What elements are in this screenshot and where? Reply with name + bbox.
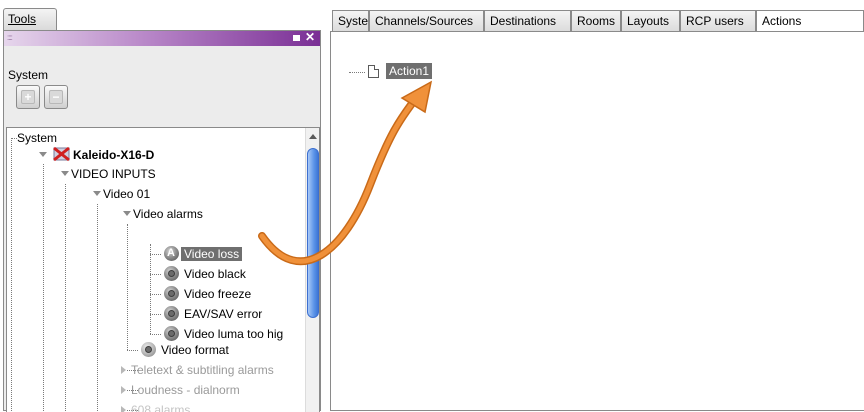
tree-node-loudness[interactable]: Loudness - dialnorm <box>131 381 240 399</box>
tree-node-system[interactable]: System <box>17 129 57 147</box>
minus-icon: − <box>49 90 63 104</box>
tree-connector <box>349 72 365 73</box>
collapsed-arrow-icon[interactable] <box>121 386 126 394</box>
tree-node-device[interactable]: Kaleido-X16-D <box>73 146 154 164</box>
tab-rooms[interactable]: Rooms <box>571 10 621 31</box>
tab-system[interactable]: System <box>332 10 369 31</box>
tools-tab[interactable]: Tools <box>3 8 57 30</box>
tools-panel: :::: ✕ System + − System Kaleido-X16-D V… <box>3 30 321 412</box>
plus-icon: + <box>21 90 35 104</box>
config-tabs: System Channels/Sources Destinations Roo… <box>332 10 864 32</box>
alarm-icon <box>164 306 179 321</box>
actions-panel[interactable] <box>330 31 864 411</box>
expand-arrow-icon[interactable] <box>123 211 131 216</box>
action-item[interactable]: Action1 <box>386 63 433 79</box>
tree-node-video-inputs[interactable]: VIDEO INPUTS <box>71 165 156 183</box>
scroll-up-icon[interactable] <box>309 134 317 139</box>
tree-node-608-alarms[interactable]: 608 alarms <box>131 401 190 412</box>
expand-all-button[interactable]: + <box>16 85 40 109</box>
tab-channels-sources[interactable]: Channels/Sources <box>369 10 484 31</box>
alarm-icon <box>141 342 156 357</box>
panel-title: System <box>8 68 49 82</box>
expand-arrow-icon[interactable] <box>61 171 69 176</box>
collapsed-arrow-icon[interactable] <box>121 406 126 412</box>
alarm-active-icon: A <box>164 246 179 261</box>
tab-actions[interactable]: Actions <box>756 10 864 32</box>
restore-icon[interactable] <box>293 35 300 41</box>
panel-titlebar[interactable]: :::: ✕ <box>4 30 320 46</box>
alarm-icon <box>164 266 179 281</box>
expand-arrow-icon[interactable] <box>93 191 101 196</box>
system-tree[interactable]: System Kaleido-X16-D VIDEO INPUTS Video … <box>6 127 320 412</box>
tree-node-video01[interactable]: Video 01 <box>103 185 150 203</box>
tree-node-video-format[interactable]: Video format <box>161 341 229 359</box>
tab-rcp-users[interactable]: RCP users <box>680 10 756 31</box>
collapse-all-button[interactable]: − <box>44 85 68 109</box>
tree-scrollbar[interactable] <box>305 128 319 412</box>
alarm-icon <box>164 286 179 301</box>
tree-node-alarm[interactable]: EAV/SAV error <box>184 305 262 323</box>
collapsed-arrow-icon[interactable] <box>121 366 126 374</box>
tree-node-video-alarms[interactable]: Video alarms <box>133 205 203 223</box>
tab-layouts[interactable]: Layouts <box>621 10 680 31</box>
tree-node-teletext[interactable]: Teletext & subtitling alarms <box>131 361 274 379</box>
device-icon <box>53 146 70 162</box>
close-icon[interactable]: ✕ <box>305 30 315 44</box>
tree-node-alarm[interactable]: Video freeze <box>184 285 251 303</box>
alarm-icon <box>164 326 179 341</box>
scroll-thumb[interactable] <box>307 148 319 318</box>
drag-grip-icon[interactable]: :::: <box>7 33 13 42</box>
expand-arrow-icon[interactable] <box>39 152 47 157</box>
tab-destinations[interactable]: Destinations <box>484 10 571 31</box>
tree-node-alarm[interactable]: Video loss <box>181 245 243 263</box>
tree-node-alarm[interactable]: Video black <box>184 265 246 283</box>
document-icon <box>368 65 379 78</box>
